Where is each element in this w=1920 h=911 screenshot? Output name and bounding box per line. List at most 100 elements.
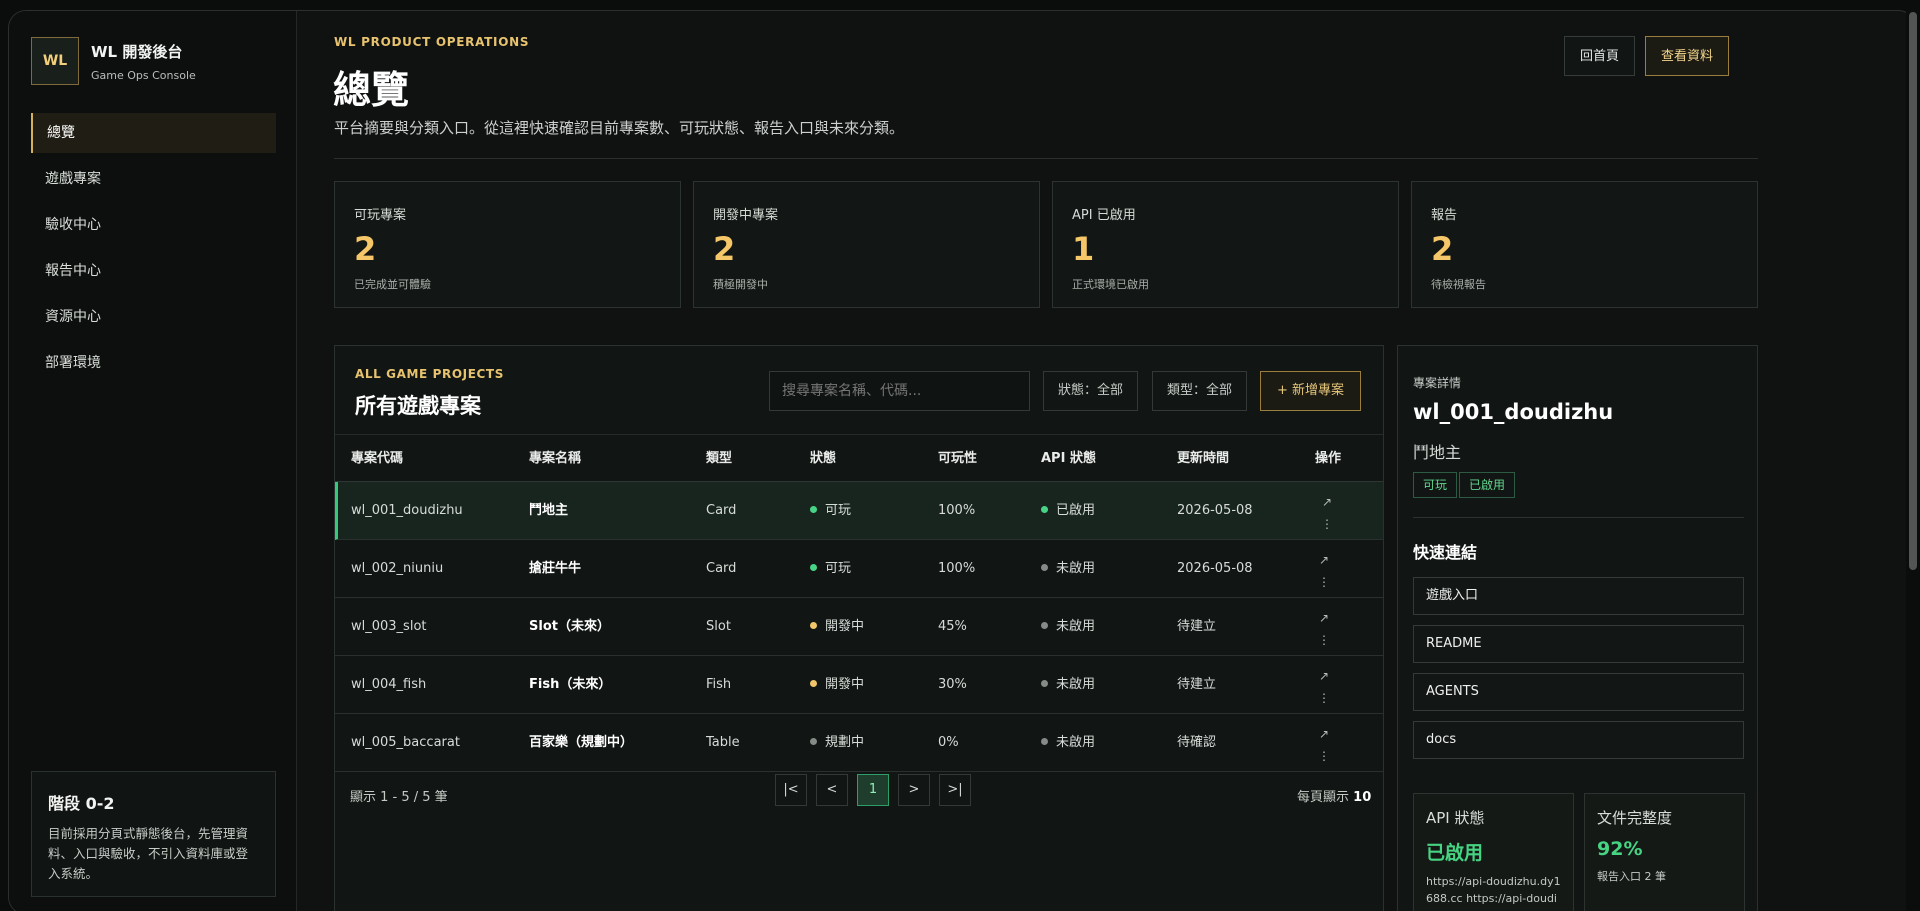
project-type: Slot [706, 619, 731, 634]
project-type: Card [706, 561, 737, 576]
more-options-icon[interactable]: ⋮ [1315, 745, 1333, 767]
stat-label: 報告 [1431, 208, 1458, 223]
brand-logo: WL [31, 37, 79, 85]
open-project-icon[interactable]: ↗ [1315, 607, 1333, 629]
project-code: wl_005_baccarat [351, 735, 460, 750]
sidebar-item-acceptance[interactable]: 驗收中心 [31, 205, 276, 245]
docs-link[interactable]: docs [1413, 721, 1744, 759]
brand-subtitle: Game Ops Console [91, 68, 196, 82]
details-project-id: wl_001_doudizhu [1413, 400, 1614, 424]
project-status: 開發中 [810, 598, 864, 656]
status-dot-icon [810, 506, 817, 513]
project-search-input[interactable] [769, 371, 1030, 411]
agents-link[interactable]: AGENTS [1413, 673, 1744, 711]
main-content: WL PRODUCT OPERATIONS 總覽 平台摘要與分類入口。從這裡快速… [298, 11, 1863, 911]
table-row[interactable]: wl_003_slot Slot（未來） Slot 開發中 45% 未啟用 待建… [335, 598, 1383, 656]
status-dot-icon [810, 680, 817, 687]
projects-title: 所有遊戲專案 [355, 394, 481, 418]
more-options-icon[interactable]: ⋮ [1318, 513, 1336, 535]
app-window: WL WL 開發後台 Game Ops Console 總覽 遊戲專案 驗收中心… [8, 10, 1916, 911]
page-title: 總覽 [333, 68, 410, 112]
api-status-label: API 狀態 [1426, 809, 1485, 827]
page-1-button[interactable]: 1 [857, 774, 889, 806]
table-row[interactable]: wl_005_baccarat 百家樂（規劃中） Table 規劃中 0% 未啟… [335, 714, 1383, 772]
top-action-buttons: 回首頁 查看資料 [1563, 36, 1729, 76]
sidebar-item-deploy[interactable]: 部署環境 [31, 343, 276, 383]
stat-card-in-development: 開發中專案 2 積極開發中 [693, 181, 1040, 308]
project-status: 規劃中 [810, 714, 864, 772]
readme-link[interactable]: README [1413, 625, 1744, 663]
column-status-header: 狀態 [810, 451, 837, 466]
more-options-icon[interactable]: ⋮ [1315, 687, 1333, 709]
api-status-dot-icon [1041, 738, 1048, 745]
row-actions: ↗ ⋮ [1315, 607, 1333, 651]
stat-note: 待檢視報告 [1431, 278, 1486, 291]
type-filter-button[interactable]: 類型：全部 [1152, 371, 1248, 411]
stat-value: 2 [713, 230, 736, 268]
column-actions-header: 操作 [1315, 451, 1342, 466]
column-code-header: 專案代碼 [351, 451, 404, 466]
project-type: Table [706, 735, 740, 750]
add-project-button[interactable]: + 新增專案 [1260, 371, 1361, 411]
project-name: 百家樂（規劃中） [529, 735, 634, 750]
api-status-dot-icon [1041, 506, 1048, 513]
sidebar-item-reports[interactable]: 報告中心 [31, 251, 276, 291]
open-project-icon[interactable]: ↗ [1315, 665, 1333, 687]
next-page-button[interactable]: > [898, 774, 930, 806]
pagination-info: 顯示 1 - 5 / 5 筆 [350, 790, 448, 805]
sidebar-item-resources[interactable]: 資源中心 [31, 297, 276, 337]
per-page-value[interactable]: 10 [1353, 790, 1371, 805]
api-status-value: 已啟用 [1426, 842, 1484, 864]
status-dot-icon [810, 738, 817, 745]
previous-page-button[interactable]: < [816, 774, 848, 806]
status-filter-button[interactable]: 狀態：全部 [1043, 371, 1139, 411]
api-status-card: API 狀態 已啟用 https://api-doudizhu.dy1688.c… [1413, 793, 1574, 911]
more-options-icon[interactable]: ⋮ [1315, 571, 1333, 593]
scrollbar-thumb[interactable] [1909, 12, 1917, 570]
stat-card-api-enabled: API 已啟用 1 正式環境已啟用 [1052, 181, 1399, 308]
home-button[interactable]: 回首頁 [1563, 36, 1635, 76]
project-status-text: 開發中 [825, 619, 865, 634]
project-playability: 0% [938, 735, 959, 750]
column-name-header: 專案名稱 [529, 451, 582, 466]
table-row[interactable]: wl_004_fish Fish（未來） Fish 開發中 30% 未啟用 待建… [335, 656, 1383, 714]
page-scrollbar[interactable] [1906, 0, 1920, 911]
open-project-icon[interactable]: ↗ [1315, 549, 1333, 571]
last-page-button[interactable]: >| [939, 774, 971, 806]
game-entry-link[interactable]: 遊戲入口 [1413, 577, 1744, 615]
brand-title: WL 開發後台 [91, 42, 183, 61]
project-name: 搶莊牛牛 [529, 561, 582, 576]
project-name: 鬥地主 [529, 503, 569, 518]
column-playability-header: 可玩性 [938, 451, 978, 466]
pagination: |< < 1 > >| [775, 774, 971, 806]
open-project-icon[interactable]: ↗ [1315, 723, 1333, 745]
sidebar-item-overview[interactable]: 總覽 [31, 113, 276, 153]
project-details-panel: 專案詳情 wl_001_doudizhu 鬥地主 可玩 已啟用 快速連結 遊戲入… [1397, 345, 1758, 911]
api-status-dot-icon [1041, 680, 1048, 687]
view-data-button[interactable]: 查看資料 [1644, 36, 1729, 76]
stat-note: 已完成並可體驗 [354, 278, 431, 291]
project-api-status-text: 未啟用 [1056, 735, 1096, 750]
stage-description: 目前採用分頁式靜態後台，先管理資料、入口與驗收，不引入資料庫或登入系統。 [48, 826, 249, 881]
project-api-status-text: 未啟用 [1056, 561, 1096, 576]
api-status-dot-icon [1041, 564, 1048, 571]
table-row[interactable]: wl_001_doudizhu 鬥地主 Card 可玩 100% 已啟用 202… [335, 482, 1383, 540]
open-project-icon[interactable]: ↗ [1318, 491, 1336, 513]
stat-note: 積極開發中 [713, 278, 768, 291]
per-page-info: 每頁顯示 10 [1297, 786, 1371, 805]
table-row[interactable]: wl_002_niuniu 搶莊牛牛 Card 可玩 100% 未啟用 2026… [335, 540, 1383, 598]
row-actions: ↗ ⋮ [1318, 491, 1336, 535]
more-options-icon[interactable]: ⋮ [1315, 629, 1333, 651]
api-url-text[interactable]: https://api-doudizhu.dy1688.cc https://a… [1426, 873, 1561, 911]
page-subtitle: 平台摘要與分類入口。從這裡快速確認目前專案數、可玩狀態、報告入口與未來分類。 [334, 119, 905, 137]
quick-links-title: 快速連結 [1413, 543, 1478, 562]
project-status-text: 可玩 [825, 561, 852, 576]
project-updated: 待確認 [1177, 735, 1217, 750]
sidebar-item-game-projects[interactable]: 遊戲專案 [31, 159, 276, 199]
first-page-button[interactable]: |< [775, 774, 807, 806]
column-type-header: 類型 [706, 451, 733, 466]
project-api-status-text: 已啟用 [1056, 503, 1096, 518]
project-code: wl_003_slot [351, 619, 427, 634]
project-code: wl_004_fish [351, 677, 427, 692]
project-status: 開發中 [810, 656, 864, 714]
